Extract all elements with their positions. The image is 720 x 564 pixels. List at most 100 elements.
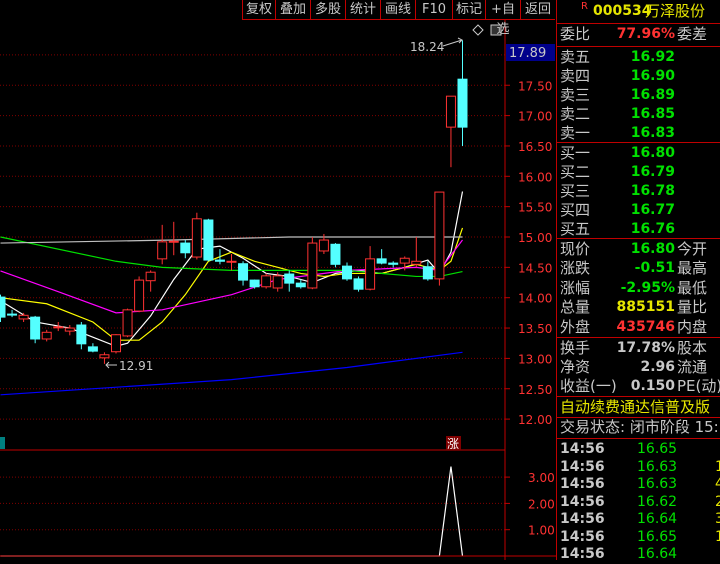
candle (99, 352, 110, 364)
row-value: -0.51 (634, 260, 675, 277)
row-label: 涨跌 (560, 259, 591, 278)
candle (76, 321, 87, 350)
tick-row: 14:56 16.65 1 (557, 528, 720, 547)
sell-level-row: 卖二 16.85 (557, 105, 720, 124)
tick-row: 14:56 16.63 4 (557, 475, 720, 494)
row-label: 买一 (560, 144, 591, 162)
tick-price: 16.63 (637, 476, 678, 492)
row-label: 卖二 (560, 105, 591, 123)
candle (307, 237, 318, 290)
candle (7, 309, 18, 318)
toolbar-button[interactable]: 多股 (310, 0, 345, 20)
row-label: 外盘 (560, 317, 591, 336)
row-right-label: 内盘 (677, 317, 708, 336)
quote-row: 涨跌 -0.51 最高 (557, 259, 720, 278)
row-value: 885151 (616, 299, 675, 316)
tick-volume: 1 (715, 528, 720, 545)
low-arrow-icon (105, 361, 117, 369)
candle (0, 294, 6, 322)
tick-row: 14:56 16.64 3 (557, 510, 720, 529)
row-value: 16.92 (630, 49, 675, 65)
high-label: 18.24 (410, 40, 444, 54)
stock-title: R 000534 万泽股份 (557, 0, 720, 22)
candle (365, 246, 376, 291)
candle (249, 279, 260, 289)
toolbar-button[interactable]: 统计 (345, 0, 380, 20)
row-value: 16.89 (630, 87, 675, 103)
price-axis-label: 13.50 (518, 322, 552, 336)
row-value: 2.96 (640, 359, 675, 375)
price-axis-label: 12.50 (518, 383, 552, 397)
row-value: 16.79 (630, 164, 675, 180)
divider (557, 142, 720, 143)
tick-price: 16.64 (637, 546, 678, 562)
stock-badge: R (581, 1, 588, 12)
tick-price: 16.62 (637, 493, 678, 510)
finance-row: 收益(一) 0.150 PE(动) (557, 377, 720, 396)
tick-row: 14:56 16.63 1 (557, 458, 720, 477)
candle (168, 221, 179, 256)
quote-row: 现价 16.80 今开 (557, 240, 720, 259)
candle (226, 253, 237, 271)
candle (238, 261, 249, 286)
toolbar-button[interactable]: 画线 (380, 0, 415, 20)
tick-price: 16.65 (637, 441, 678, 457)
kline-chart[interactable]: 17.50 17.00 16.50 16.00 15.50 15.00 14.50 14.00… (0, 0, 556, 560)
tick-price: 16.65 (637, 528, 678, 545)
tick-time: 14:56 (560, 493, 605, 510)
row-label: 买四 (560, 201, 591, 219)
candle (18, 312, 29, 322)
weibi-row: 委比 77.96% 委差 (557, 25, 720, 44)
toolbar-button[interactable]: 返回 (520, 0, 555, 20)
toolbar: 复权 叠加 多股 统计 画线 F10 标记 +自选 返回 (242, 0, 555, 37)
toolbar-button[interactable]: F10 (415, 0, 452, 20)
moving-average-line (0, 236, 463, 244)
divider (557, 238, 720, 239)
sell-level-row: 卖三 16.89 (557, 86, 720, 105)
tick-time: 14:56 (560, 476, 605, 492)
candle (145, 270, 156, 292)
row-label: 卖四 (560, 67, 591, 85)
tick-volume: 3 (715, 511, 720, 527)
indicator-axis-label: 1.00 (528, 524, 555, 538)
indicator-menu-icon[interactable] (0, 437, 5, 449)
row-label: 买二 (560, 163, 591, 181)
candle (388, 261, 399, 268)
low-label: 12.91 (119, 359, 153, 373)
row-label: 卖五 (560, 48, 591, 66)
buy-level-row: 买三 16.78 (557, 182, 720, 201)
row-value: 16.78 (630, 183, 675, 199)
diamond-icon[interactable] (472, 24, 484, 36)
row-value: 16.80 (630, 241, 675, 257)
candle (411, 237, 422, 268)
candle (122, 308, 133, 338)
candle (445, 95, 456, 168)
stock-name: 万泽股份 (645, 2, 706, 20)
candle (64, 325, 75, 336)
toolbar-button[interactable]: 复权 (242, 0, 275, 20)
indicator-axis-label: 2.00 (528, 497, 555, 511)
price-axis-label: 14.50 (518, 261, 552, 275)
candle (111, 334, 121, 354)
divider (557, 46, 720, 47)
tick-row: 14:56 16.64 (557, 545, 720, 564)
sell-level-row: 卖五 16.92 (557, 48, 720, 67)
price-axis-label: 17.00 (518, 110, 552, 124)
tick-time: 14:56 (560, 458, 605, 475)
row-label: 卖三 (560, 86, 591, 104)
current-price-label: 17.89 (509, 46, 546, 61)
row-right-label: 今开 (677, 240, 708, 258)
toolbar-button[interactable]: 标记 (452, 0, 485, 20)
price-axis-label: 14.00 (518, 292, 552, 306)
price-axis-label: 13.00 (518, 352, 552, 366)
row-value: -2.95% (620, 279, 675, 296)
promo-banner[interactable]: 自动续费通达信普及版 (560, 398, 720, 417)
toolbar-button[interactable]: +自选 (485, 0, 520, 37)
weicha-label: 委差 (677, 25, 708, 43)
row-value: 435746 (616, 318, 675, 335)
quote-row: 总量 885151 量比 (557, 298, 720, 317)
candle (457, 40, 468, 146)
row-label: 净资 (560, 358, 591, 376)
sell-level-row: 卖四 16.90 (557, 67, 720, 86)
toolbar-button[interactable]: 叠加 (275, 0, 310, 20)
